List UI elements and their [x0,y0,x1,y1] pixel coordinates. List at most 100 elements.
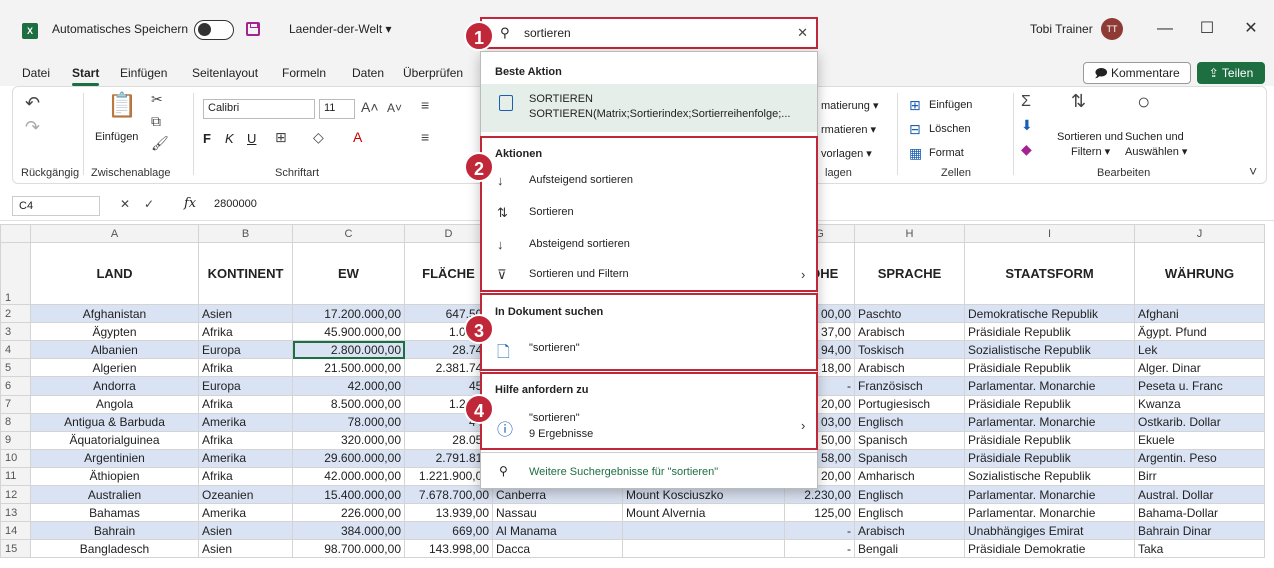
cell[interactable]: 21.500.000,00 [292,358,405,378]
undo-icon[interactable]: ↶ [25,93,40,114]
cell[interactable]: Alger. Dinar [1134,358,1265,378]
cell[interactable]: Sozialistische Republik [964,466,1135,487]
best-action-item[interactable]: SORTIEREN SORTIEREN(Matrix;Sortierindex;… [481,84,817,132]
comments-button[interactable]: 🗩 Kommentare [1083,62,1191,84]
column-header[interactable]: A [30,224,199,244]
minimize-icon[interactable]: — [1150,15,1180,43]
tab-datei[interactable]: Datei [22,66,50,80]
cell[interactable]: Bahamas [30,503,199,523]
paste-icon[interactable]: 📋 [107,91,137,120]
delete-cells-button[interactable]: Löschen [929,123,971,135]
cell[interactable]: Arabisch [854,358,965,378]
cell[interactable]: Parlamentar. Monarchie [964,503,1135,523]
cell[interactable]: 98.700.000,00 [292,539,405,559]
confirm-icon[interactable]: ✓ [144,197,154,211]
select-all-corner[interactable] [0,224,31,244]
cell[interactable]: Afrika [198,394,293,414]
border-icon[interactable]: ⊞ [275,129,287,146]
cell[interactable]: Parlamentar. Monarchie [964,485,1135,505]
cell[interactable]: Ostkarib. Dollar [1134,412,1265,432]
cell[interactable]: 15.400.000,00 [292,485,405,505]
cell[interactable]: Englisch [854,503,965,523]
cell[interactable]: Ägypten [30,322,199,342]
format-cells-icon[interactable]: ▦ [909,145,922,162]
cell[interactable]: 669,00 [404,521,493,541]
cell[interactable]: Englisch [854,485,965,505]
action-sort-ascending[interactable]: ↓ Aufsteigend sortieren [481,166,817,196]
cell[interactable]: 29.600.000,00 [292,448,405,468]
cell[interactable]: Parlamentar. Monarchie [964,412,1135,432]
cell[interactable]: Präsidiale Republik [964,322,1135,342]
cell[interactable]: Argentin. Peso [1134,448,1265,468]
share-button[interactable]: ⇪ Teilen [1197,62,1265,84]
row-header[interactable]: 11 [0,466,31,487]
cell[interactable]: Äthiopien [30,466,199,487]
copy-icon[interactable]: ⧉ [151,113,161,130]
find-select-label-2[interactable]: Auswählen ▾ [1125,145,1187,158]
sort-filter-icon[interactable]: ⇅ [1071,91,1086,112]
cell[interactable]: Ekuele [1134,430,1265,450]
row-header[interactable]: 15 [0,539,31,559]
cell[interactable]: Birr [1134,466,1265,487]
find-select-label-1[interactable]: Suchen und [1125,131,1184,143]
cell[interactable]: Englisch [854,412,965,432]
cell[interactable]: Unabhängiges Emirat [964,521,1135,541]
cell[interactable]: - [784,521,855,541]
paste-label[interactable]: Einfügen [95,131,138,143]
find-select-icon[interactable]: ○ [1137,89,1150,115]
cell[interactable]: 42.000,00 [292,376,405,396]
cell[interactable]: 226.000,00 [292,503,405,523]
cell[interactable]: Australien [30,485,199,505]
search-input[interactable]: sortieren [524,26,571,40]
autosum-icon[interactable]: Σ [1021,93,1031,111]
conditional-format-button[interactable]: matierung ▾ [821,99,879,112]
cell[interactable]: Arabisch [854,521,965,541]
row-header[interactable]: 14 [0,521,31,541]
cell[interactable]: Kwanza [1134,394,1265,414]
header-cell[interactable]: EW [292,242,405,306]
header-cell[interactable]: LAND [30,242,199,306]
cell[interactable]: 13.939,00 [404,503,493,523]
search-box[interactable]: ⚲ sortieren ✕ [480,17,818,49]
cell[interactable]: Amerika [198,448,293,468]
cell[interactable]: Argentinien [30,448,199,468]
cell[interactable]: Afghani [1134,304,1265,324]
column-header[interactable]: I [964,224,1135,244]
row-header[interactable]: 1 [0,242,31,306]
file-name-dropdown[interactable]: Laender-der-Welt ▾ [289,22,392,36]
cell[interactable]: 45.900.000,00 [292,322,405,342]
cancel-icon[interactable]: ✕ [120,197,130,211]
cell[interactable]: Bahrain [30,521,199,541]
cell[interactable]: Präsidiale Republik [964,394,1135,414]
cell[interactable]: Spanisch [854,430,965,450]
clear-search-icon[interactable]: ✕ [797,25,808,41]
cell[interactable]: Dacca [492,539,623,559]
cell[interactable]: Parlamentar. Monarchie [964,376,1135,396]
header-cell[interactable]: KONTINENT [198,242,293,306]
formula-input[interactable]: 2800000 [214,198,257,210]
tab-ueberpruefen[interactable]: Überprüfen [403,66,463,80]
cell[interactable]: 320.000,00 [292,430,405,450]
header-cell[interactable]: SPRACHE [854,242,965,306]
delete-cells-icon[interactable]: ⊟ [909,121,921,138]
cell[interactable]: Afrika [198,466,293,487]
cell[interactable]: Antigua & Barbuda [30,412,199,432]
cell[interactable]: Präsidiale Republik [964,358,1135,378]
action-sort-descending[interactable]: ↓ Absteigend sortieren [481,230,817,260]
cell[interactable]: Sozialistische Republik [964,340,1135,360]
maximize-icon[interactable]: ☐ [1192,15,1222,43]
tab-start[interactable]: Start [72,66,100,86]
cell[interactable]: Demokratische Republik [964,304,1135,324]
help-item[interactable]: ⓘ "sortieren" 9 Ergebnisse › [481,406,817,446]
cell[interactable]: Präsidiale Demokratie [964,539,1135,559]
sort-filter-label-1[interactable]: Sortieren und [1057,131,1123,143]
cell[interactable]: Ägypt. Pfund [1134,322,1265,342]
cell[interactable]: Afrika [198,322,293,342]
cell[interactable]: Ozeanien [198,485,293,505]
cell[interactable]: Al Manama [492,521,623,541]
increase-font-icon[interactable]: A˄ [361,99,379,115]
row-header[interactable]: 10 [0,448,31,468]
tab-formeln[interactable]: Formeln [282,66,326,80]
format-cells-button[interactable]: Format [929,147,964,159]
column-header[interactable]: J [1134,224,1265,244]
